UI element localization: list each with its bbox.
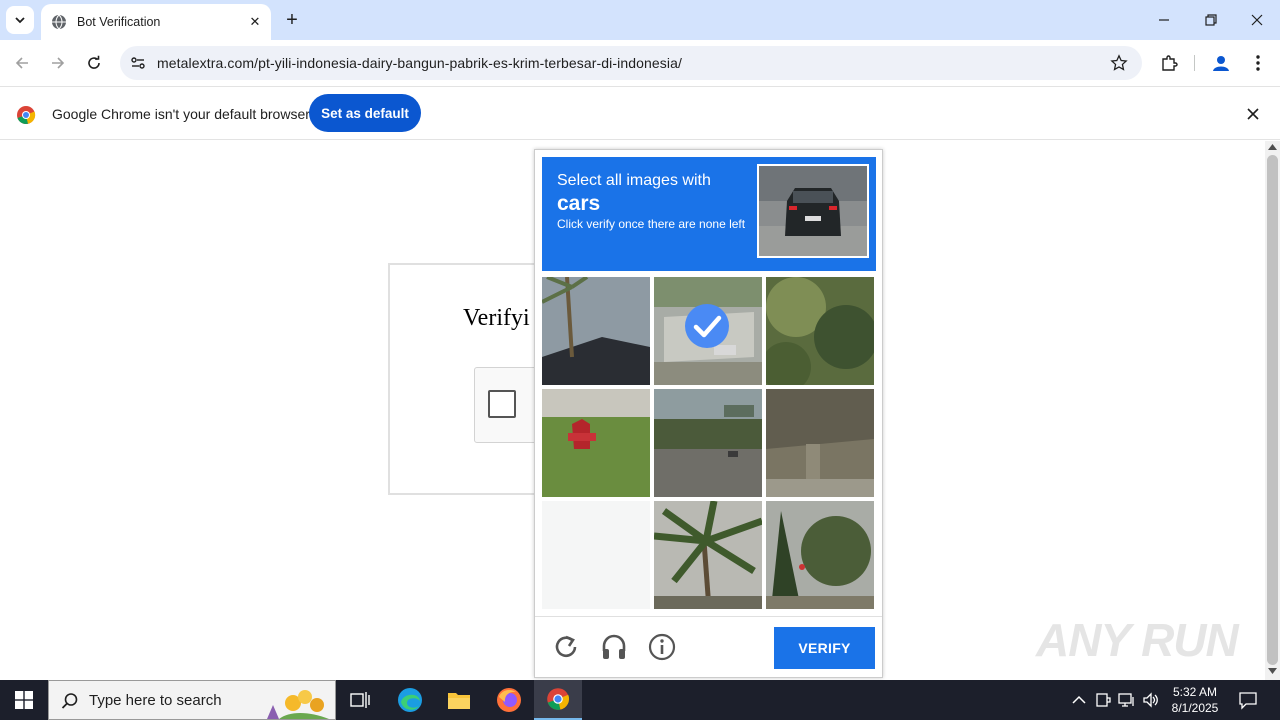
reload-button[interactable]: [82, 51, 106, 75]
close-icon: [1251, 14, 1263, 26]
minimize-button[interactable]: [1152, 8, 1176, 32]
windows-logo-icon: [15, 691, 33, 709]
edge-icon: [398, 688, 422, 712]
folder-icon: [448, 693, 470, 709]
image-tile[interactable]: [654, 501, 762, 609]
challenge-instruction: Select all images with: [557, 172, 711, 189]
taskbar-file-explorer[interactable]: [435, 680, 483, 720]
image-tile[interactable]: [766, 501, 874, 609]
tab-strip: Bot Verification ✕ +: [0, 0, 1280, 40]
task-view-button[interactable]: [336, 680, 384, 720]
search-icon: [61, 693, 78, 709]
reload-icon: [88, 55, 100, 69]
arrow-left-icon: [15, 57, 28, 69]
check-circle-icon: [685, 304, 729, 348]
image-tile[interactable]: [654, 389, 762, 497]
scroll-up-icon[interactable]: [1268, 144, 1277, 150]
url-text[interactable]: metalextra.com/pt-yili-indonesia-dairy-b…: [157, 55, 682, 71]
image-tile[interactable]: [542, 277, 650, 385]
taskbar-firefox[interactable]: [485, 680, 533, 720]
clock-time: 5:32 AM: [1172, 685, 1218, 699]
image-tile[interactable]: [542, 501, 650, 609]
image-grid: [542, 277, 876, 611]
back-button[interactable]: [10, 51, 34, 75]
image-tile[interactable]: [542, 389, 650, 497]
taskbar-search[interactable]: Type here to search: [48, 680, 336, 720]
taskbar-chrome[interactable]: [534, 680, 582, 720]
taskbar-edge[interactable]: [386, 680, 434, 720]
sample-car-image: [757, 164, 869, 258]
clock-date: 8/1/2025: [1171, 701, 1219, 715]
taskbar: Type here to search 5:32 AM 8/1/2025: [0, 680, 1280, 720]
restore-icon: [1205, 14, 1217, 26]
challenge-footer: VERIFY: [535, 616, 882, 677]
info-icon[interactable]: [648, 633, 676, 661]
page-scrollbar[interactable]: [1265, 141, 1280, 680]
image-tile[interactable]: [766, 277, 874, 385]
scroll-thumb[interactable]: [1267, 155, 1278, 665]
scroll-down-icon[interactable]: [1268, 668, 1277, 674]
infobar-message: Google Chrome isn't your default browser: [52, 106, 310, 122]
chrome-logo-icon: [547, 688, 570, 710]
new-tab-button[interactable]: +: [282, 10, 302, 30]
close-icon[interactable]: [1244, 105, 1262, 123]
close-window-button[interactable]: [1245, 8, 1269, 32]
extensions-button[interactable]: [1157, 51, 1181, 75]
image-tile[interactable]: [654, 277, 762, 385]
chevron-down-icon: [15, 17, 25, 24]
bookmark-star-icon[interactable]: [1110, 54, 1128, 72]
firefox-icon: [497, 688, 521, 712]
more-vertical-icon: [1256, 55, 1260, 71]
tab-search-button[interactable]: [6, 6, 34, 34]
tab-title: Bot Verification: [77, 15, 161, 29]
network-icon[interactable]: [1118, 691, 1136, 709]
page-heading: Verifyi: [463, 305, 530, 331]
menu-button[interactable]: [1246, 51, 1270, 75]
browser-toolbar: metalextra.com/pt-yili-indonesia-dairy-b…: [0, 40, 1280, 86]
address-bar[interactable]: metalextra.com/pt-yili-indonesia-dairy-b…: [120, 46, 1142, 80]
verify-button[interactable]: VERIFY: [774, 627, 875, 669]
start-button[interactable]: [0, 680, 48, 720]
challenge-header: Select all images with cars Click verify…: [542, 157, 876, 271]
site-info-icon[interactable]: [128, 53, 148, 73]
captcha-challenge: Select all images with cars Click verify…: [534, 149, 883, 678]
captcha-checkbox[interactable]: [488, 390, 516, 418]
tab-close-icon[interactable]: ✕: [247, 14, 263, 30]
globe-icon: [52, 14, 66, 30]
forward-button[interactable]: [46, 51, 70, 75]
toolbar-divider: [1194, 55, 1195, 71]
avatar-icon: [1213, 56, 1229, 71]
task-view-icon: [350, 692, 370, 708]
search-highlight-icon: [267, 690, 329, 719]
restore-button[interactable]: [1199, 8, 1223, 32]
chrome-logo-icon: [17, 106, 36, 125]
search-placeholder: Type here to search: [89, 692, 222, 709]
system-clock[interactable]: 5:32 AM 8/1/2025: [1168, 684, 1222, 716]
arrow-right-icon: [52, 57, 65, 69]
notifications-icon[interactable]: [1238, 690, 1258, 710]
challenge-target: cars: [557, 192, 601, 215]
profile-button[interactable]: [1209, 51, 1233, 75]
default-browser-infobar: Google Chrome isn't your default browser…: [0, 86, 1280, 140]
watermark: ANY RUN: [1036, 614, 1239, 666]
puzzle-icon: [1162, 55, 1178, 71]
challenge-subtext: Click verify once there are none left: [557, 217, 746, 231]
refresh-icon[interactable]: [552, 633, 580, 661]
headphones-icon[interactable]: [600, 633, 628, 661]
chevron-up-icon[interactable]: [1070, 691, 1088, 709]
network-device-icon[interactable]: [1094, 691, 1112, 709]
set-as-default-button[interactable]: Set as default: [309, 94, 421, 132]
minimize-icon: [1159, 19, 1169, 21]
browser-tab[interactable]: Bot Verification ✕: [41, 4, 271, 40]
image-tile[interactable]: [766, 389, 874, 497]
volume-icon[interactable]: [1142, 691, 1160, 709]
